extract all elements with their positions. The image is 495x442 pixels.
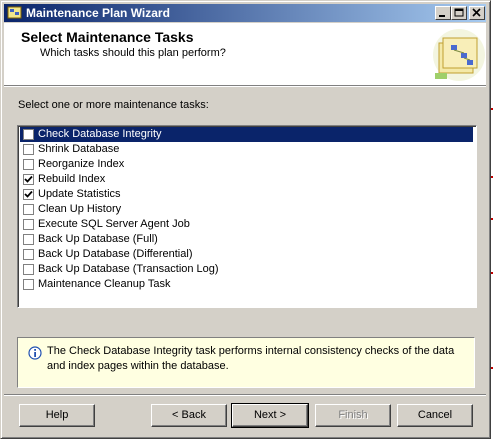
page-title: Select Maintenance Tasks	[21, 29, 194, 45]
task-description-panel: The Check Database Integrity task perfor…	[17, 337, 475, 388]
task-checkbox[interactable]	[23, 159, 34, 170]
task-label: Maintenance Cleanup Task	[38, 278, 171, 290]
task-checkbox[interactable]	[23, 189, 34, 200]
task-label: Update Statistics	[38, 188, 121, 200]
maximize-button[interactable]	[451, 6, 467, 20]
task-list[interactable]: Check Database Integrity Shrink Database R…	[17, 125, 477, 308]
minimize-icon	[439, 15, 445, 17]
task-label: Execute SQL Server Agent Job	[38, 218, 190, 230]
task-checkbox[interactable]	[23, 234, 34, 245]
help-button[interactable]: Help	[19, 404, 95, 427]
task-list-item[interactable]: Rebuild Index	[20, 172, 473, 187]
task-label: Back Up Database (Transaction Log)	[38, 263, 219, 275]
window-title: Maintenance Plan Wizard	[26, 6, 170, 20]
task-label: Rebuild Index	[38, 173, 106, 185]
task-list-item[interactable]: Reorganize Index	[20, 157, 473, 172]
background-edge-mark	[491, 108, 493, 110]
task-checkbox[interactable]	[23, 279, 34, 290]
finish-button: Finish	[315, 404, 391, 427]
page-subtitle: Which tasks should this plan perform?	[40, 47, 226, 59]
task-list-item[interactable]: Update Statistics	[20, 187, 473, 202]
task-label: Check Database Integrity	[38, 128, 162, 140]
task-list-item[interactable]: Back Up Database (Full)	[20, 232, 473, 247]
task-list-item[interactable]: Clean Up History	[20, 202, 473, 217]
wizard-window: Maintenance Plan Wizard Select Maintenan…	[0, 0, 491, 439]
maximize-icon	[454, 8, 464, 17]
background-edge-mark	[491, 218, 493, 220]
back-button[interactable]: < Back	[151, 404, 227, 427]
task-description-text: The Check Database Integrity task perfor…	[47, 345, 455, 372]
task-list-item[interactable]: Execute SQL Server Agent Job	[20, 217, 473, 232]
task-label: Back Up Database (Full)	[38, 233, 158, 245]
task-list-label: Select one or more maintenance tasks:	[18, 99, 209, 111]
next-button[interactable]: Next >	[231, 403, 309, 428]
checkmark-icon	[24, 175, 33, 183]
background-edge-mark	[491, 176, 493, 178]
title-bar[interactable]: Maintenance Plan Wizard	[4, 4, 486, 22]
task-list-item[interactable]: Shrink Database	[20, 142, 473, 157]
task-list-item[interactable]: Maintenance Cleanup Task	[20, 277, 473, 292]
task-checkbox[interactable]	[23, 129, 34, 140]
close-button[interactable]	[469, 6, 485, 20]
task-list-item[interactable]: Back Up Database (Transaction Log)	[20, 262, 473, 277]
background-edge-mark	[491, 272, 493, 274]
task-checkbox[interactable]	[23, 249, 34, 260]
minimize-button[interactable]	[435, 6, 451, 20]
task-label: Shrink Database	[38, 143, 120, 155]
close-icon	[472, 8, 481, 17]
task-label: Reorganize Index	[38, 158, 125, 170]
maintenance-plan-wizard-graphic-icon	[429, 25, 485, 86]
header-divider-highlight	[4, 86, 486, 87]
wizard-app-icon	[7, 5, 23, 21]
info-icon	[28, 346, 42, 363]
checkmark-icon	[24, 190, 33, 198]
task-list-item[interactable]: Back Up Database (Differential)	[20, 247, 473, 262]
task-label: Back Up Database (Differential)	[38, 248, 193, 260]
task-checkbox[interactable]	[23, 204, 34, 215]
task-checkbox[interactable]	[23, 219, 34, 230]
wizard-header: Select Maintenance Tasks Which tasks sho…	[4, 23, 486, 85]
task-checkbox[interactable]	[23, 264, 34, 275]
background-edge-mark	[491, 367, 493, 369]
task-list-item[interactable]: Check Database Integrity	[20, 127, 473, 142]
task-checkbox[interactable]	[23, 144, 34, 155]
footer-divider-highlight	[4, 395, 486, 396]
cancel-button[interactable]: Cancel	[397, 404, 473, 427]
task-checkbox[interactable]	[23, 174, 34, 185]
task-label: Clean Up History	[38, 203, 122, 215]
